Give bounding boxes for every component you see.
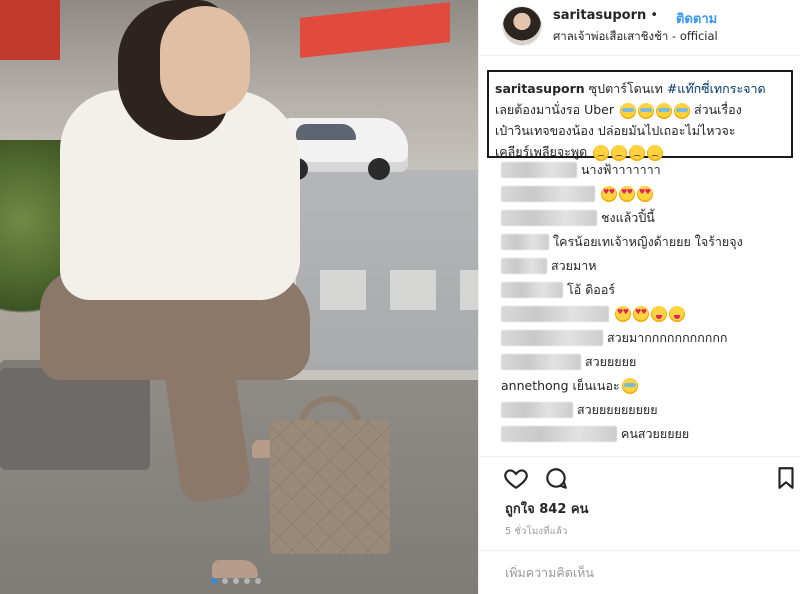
likes-label: ถูกใจ [505, 502, 535, 517]
heart-emoji-icon [619, 186, 635, 202]
comment-text: ชงแล้วปิ้นี้ [601, 210, 655, 225]
blurred-username[interactable] [501, 426, 617, 442]
post-header: saritasuporn • ติดตาม ศาลเจ้าพ่อเสือเสาช… [479, 0, 800, 56]
comment-row: ชงแล้วปิ้นี้ [501, 208, 655, 228]
comment-row [501, 304, 685, 324]
sad-emoji-icon [611, 144, 628, 161]
caption-text: ส่วนเรื่อง [693, 102, 742, 117]
handbag [270, 420, 390, 554]
person-face [160, 6, 250, 116]
carousel-dots[interactable] [211, 578, 261, 584]
post-caption: saritasuporn ซุปตาร์โดนเท #แท๊กซี่เทกระจ… [495, 78, 789, 162]
crying-laughing-emoji-icon [620, 102, 636, 119]
comment-row: สวยมากกกกกกกกกกก [501, 328, 727, 348]
yum-emoji-icon [669, 306, 685, 322]
heart-emoji-icon [633, 306, 649, 322]
red-sign [0, 0, 60, 60]
heart-emoji-icon [601, 186, 617, 202]
post-photo[interactable] [0, 0, 478, 594]
comment-text: ใครน้อยเทเจ้าหญิงด้ายยย ใจร้ายจุง [553, 234, 743, 249]
add-comment-bar [479, 550, 800, 594]
sad-emoji-icon [593, 144, 610, 161]
comment-row [501, 184, 653, 204]
comment-text: annethong เย็นเนอะ [501, 378, 620, 393]
blurred-username[interactable] [501, 330, 603, 346]
comment-bubble-icon[interactable] [543, 465, 569, 491]
comment-text: คนสวยยยยย [621, 426, 690, 441]
crying-laughing-emoji-icon [638, 102, 654, 119]
blurred-username[interactable] [501, 258, 547, 274]
sad-emoji-icon [629, 144, 646, 161]
yum-emoji-icon [651, 306, 667, 322]
carousel-dot[interactable] [244, 578, 250, 584]
heart-emoji-icon [637, 186, 653, 202]
like-count[interactable]: ถูกใจ 842 คน [505, 498, 589, 519]
crying-laughing-emoji-icon [656, 102, 672, 119]
username-text[interactable]: saritasuporn [553, 8, 646, 23]
caption-username[interactable]: saritasuporn [495, 81, 585, 96]
comment-text: สวยยยยยยยยย [577, 402, 658, 417]
carousel-dot[interactable] [233, 578, 239, 584]
blurred-username[interactable] [501, 354, 581, 370]
add-comment-input[interactable] [505, 565, 775, 580]
caption-hashtag[interactable]: #แท๊กซี่เทกระจาด [667, 81, 766, 96]
cry-emoji-icon [621, 378, 638, 394]
blurred-username[interactable] [501, 210, 597, 226]
comment-row: คนสวยยยยย [501, 424, 689, 444]
caption-text: เป๋าวินเทจของน้อง ปล่อยมันไปเถอะไม่ไหวจะ [495, 123, 736, 138]
bullet-separator: • [646, 8, 659, 23]
caption-text: ซุปตาร์โดนเท [588, 81, 663, 96]
comment-row: สวยยยยย [501, 352, 636, 372]
caption-text: เคลียร์เพลียจะพูด [495, 144, 588, 159]
likes-unit: คน [570, 502, 589, 517]
post-username[interactable]: saritasuporn • [553, 8, 658, 23]
comment-text: โอ้ ดิออร์ [567, 282, 616, 297]
comment-row: โอ้ ดิออร์ [501, 280, 615, 300]
comment-text: สวยมาห [551, 258, 597, 273]
crying-laughing-emoji-icon [674, 102, 690, 119]
comment-row: สวยมาห [501, 256, 596, 276]
post-timestamp[interactable]: 5 ชั่วโมงที่แล้ว [505, 524, 568, 539]
action-bar [479, 456, 800, 496]
comment-row: annethong เย็นเนอะ [501, 376, 638, 396]
comment-text: สวยยยยย [585, 354, 637, 369]
carousel-dot[interactable] [255, 578, 261, 584]
blurred-username[interactable] [501, 186, 595, 202]
post-side-panel: saritasuporn • ติดตาม ศาลเจ้าพ่อเสือเสาช… [478, 0, 800, 594]
heart-outline-icon[interactable] [503, 465, 529, 491]
avatar[interactable] [502, 6, 542, 46]
likes-number: 842 [539, 502, 567, 517]
comment-text: นางฟ้าาาาาาา [581, 162, 661, 177]
blurred-username[interactable] [501, 306, 609, 322]
location-link[interactable]: ศาลเจ้าพ่อเสือเสาชิงช้า - official [553, 28, 718, 46]
blurred-username[interactable] [501, 234, 549, 250]
blurred-username[interactable] [501, 162, 577, 178]
follow-button[interactable]: ติดตาม [676, 8, 717, 29]
sad-emoji-icon [647, 144, 664, 161]
comment-text: สวยมากกกกกกกกกกก [607, 330, 728, 345]
comment-row: ใครน้อยเทเจ้าหญิงด้ายยย ใจร้ายจุง [501, 232, 743, 252]
carousel-dot[interactable] [211, 578, 217, 584]
shoe [212, 560, 258, 578]
carousel-dot[interactable] [222, 578, 228, 584]
comment-row: นางฟ้าาาาาาา [501, 160, 661, 180]
blurred-username[interactable] [501, 282, 563, 298]
blurred-username[interactable] [501, 402, 573, 418]
comment-row: สวยยยยยยยยย [501, 400, 658, 420]
heart-emoji-icon [615, 306, 631, 322]
bookmark-icon[interactable] [773, 465, 799, 491]
caption-text: เลยต้องมานั่งรอ Uber [495, 102, 615, 117]
